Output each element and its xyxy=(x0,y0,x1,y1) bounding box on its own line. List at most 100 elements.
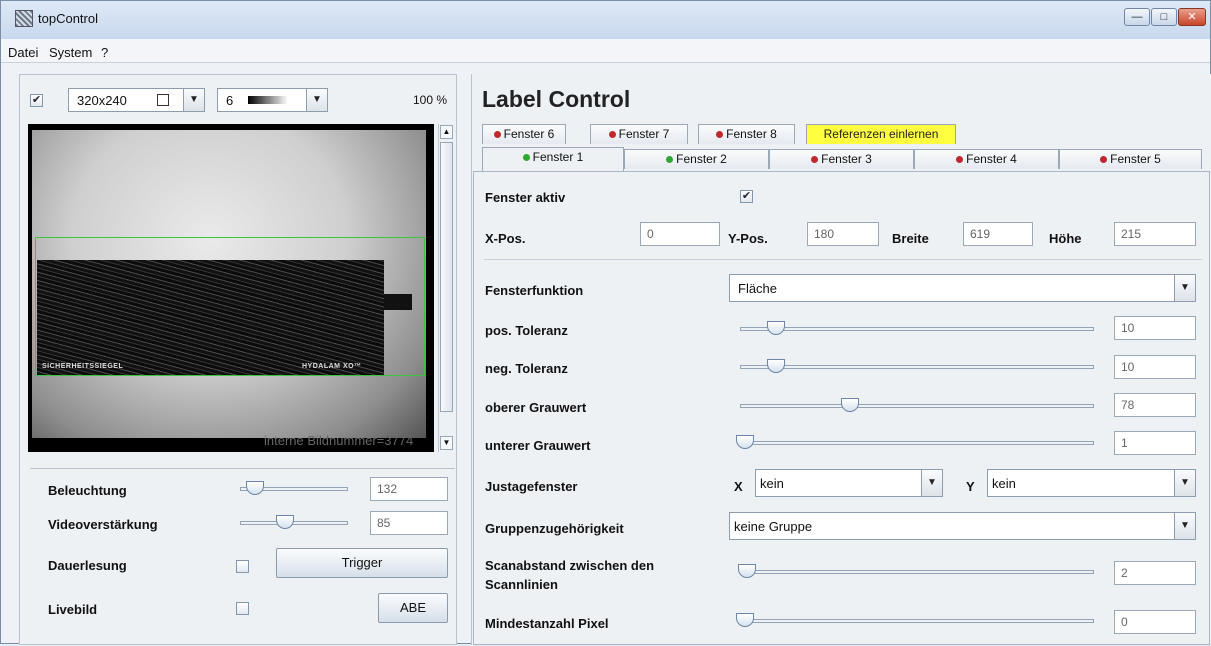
gruppe-combo[interactable]: keine Gruppe ▼ xyxy=(729,512,1196,540)
ypos-field[interactable]: 180 xyxy=(807,222,879,246)
tab-fenster-7[interactable]: Fenster 7 xyxy=(590,124,688,144)
sticker-text-left: SICHERHEITSSIEGEL xyxy=(42,363,124,370)
image-scrollbar[interactable]: ▲ ▼ xyxy=(438,124,454,452)
fensterfunktion-value: Fläche xyxy=(738,281,778,296)
status-dot-icon xyxy=(811,156,819,163)
neg-toleranz-field[interactable]: 10 xyxy=(1114,355,1196,379)
tab-fenster-8[interactable]: Fenster 8 xyxy=(698,124,795,144)
dauerlesung-checkbox[interactable] xyxy=(236,560,249,573)
title-bar: topControl — □ ✕ xyxy=(1,1,1210,39)
chevron-down-icon[interactable]: ▼ xyxy=(1174,275,1195,301)
square-icon xyxy=(157,94,169,106)
scroll-down-icon[interactable]: ▼ xyxy=(440,436,453,450)
status-dot-icon xyxy=(1100,156,1108,163)
scroll-up-icon[interactable]: ▲ xyxy=(440,125,453,139)
resolution-combo[interactable]: 320x240 ▼ xyxy=(68,88,205,112)
tab-label: Fenster 3 xyxy=(821,152,872,166)
tab-referenzen-einlernen[interactable]: Referenzen einlernen xyxy=(806,124,956,144)
livebild-label: Livebild xyxy=(48,602,98,617)
status-dot-icon xyxy=(956,156,964,163)
chevron-down-icon[interactable]: ▼ xyxy=(921,470,942,496)
justage-y-value: kein xyxy=(992,476,1016,491)
scanabstand-slider-thumb[interactable] xyxy=(738,564,756,578)
chevron-down-icon[interactable]: ▼ xyxy=(183,89,204,111)
video-slider[interactable] xyxy=(240,521,348,525)
maximize-button[interactable]: □ xyxy=(1151,8,1177,26)
tab-fenster-4[interactable]: Fenster 4 xyxy=(914,149,1059,169)
neg-toleranz-slider[interactable] xyxy=(740,365,1094,369)
livebild-checkbox[interactable] xyxy=(236,602,249,615)
scanabstand-field[interactable]: 2 xyxy=(1114,561,1196,585)
justage-x-combo[interactable]: kein ▼ xyxy=(755,469,943,497)
tab-fenster-3[interactable]: Fenster 3 xyxy=(769,149,914,169)
tab-fenster-5[interactable]: Fenster 5 xyxy=(1059,149,1202,169)
video-label: Videoverstärkung xyxy=(48,517,158,532)
neg-toleranz-slider-thumb[interactable] xyxy=(767,359,785,373)
camera-enable-checkbox[interactable]: ✔ xyxy=(30,94,43,107)
value-combo[interactable]: 6 ▼ xyxy=(217,88,328,112)
xpos-label: X-Pos. xyxy=(485,231,526,246)
oberer-grauwert-slider-thumb[interactable] xyxy=(841,398,859,412)
roi-rectangle[interactable] xyxy=(35,237,425,376)
menu-system[interactable]: System xyxy=(49,45,92,60)
frame-number: interne Bildnummer=3774 xyxy=(264,433,414,448)
oberer-grauwert-slider[interactable] xyxy=(740,404,1094,408)
page-title: Label Control xyxy=(482,86,631,112)
abe-button[interactable]: ABE xyxy=(378,593,448,623)
justage-y-label: Y xyxy=(966,479,975,494)
pos-toleranz-field[interactable]: 10 xyxy=(1114,316,1196,340)
camera-photo: SICHERHEITSSIEGEL HYDALAM XO™ xyxy=(32,130,426,438)
divider xyxy=(484,259,1202,260)
unterer-grauwert-slider-thumb[interactable] xyxy=(736,435,754,449)
video-slider-thumb[interactable] xyxy=(276,515,294,529)
scanabstand-slider[interactable] xyxy=(740,570,1094,574)
oberer-grauwert-field[interactable]: 78 xyxy=(1114,393,1196,417)
xpos-field[interactable]: 0 xyxy=(640,222,720,246)
app-window: topControl — □ ✕ Datei System ? ✔ 320x24… xyxy=(0,0,1211,645)
dauerlesung-label: Dauerlesung xyxy=(48,558,127,573)
unterer-grauwert-field[interactable]: 1 xyxy=(1114,431,1196,455)
chevron-down-icon[interactable]: ▼ xyxy=(306,89,327,111)
tab-fenster-1[interactable]: Fenster 1 xyxy=(482,147,624,172)
camera-controls: Beleuchtung 132 Videoverstärkung 85 Daue… xyxy=(30,468,455,646)
gruppe-value: keine Gruppe xyxy=(734,519,813,534)
fensterfunktion-combo[interactable]: Fläche ▼ xyxy=(729,274,1196,302)
mindestanzahl-slider-thumb[interactable] xyxy=(736,613,754,627)
unterer-grauwert-slider[interactable] xyxy=(740,441,1094,445)
hoehe-field[interactable]: 215 xyxy=(1114,222,1196,246)
tab-content: Fenster aktiv ✔ X-Pos. 0 Y-Pos. 180 Brei… xyxy=(473,171,1210,645)
beleuchtung-slider-thumb[interactable] xyxy=(246,481,264,495)
tab-label: Fenster 8 xyxy=(726,127,777,141)
chevron-down-icon[interactable]: ▼ xyxy=(1174,513,1195,539)
fenster-aktiv-checkbox[interactable]: ✔ xyxy=(740,190,753,203)
mindestanzahl-field[interactable]: 0 xyxy=(1114,610,1196,634)
mindestanzahl-label: Mindestanzahl Pixel xyxy=(485,616,609,631)
tab-label: Fenster 7 xyxy=(618,127,670,141)
beleuchtung-field[interactable]: 132 xyxy=(370,477,448,501)
oberer-grauwert-label: oberer Grauwert xyxy=(485,400,587,415)
sticker-text-right: HYDALAM XO™ xyxy=(302,363,362,370)
mindestanzahl-slider[interactable] xyxy=(740,619,1094,623)
close-button[interactable]: ✕ xyxy=(1178,8,1206,26)
chevron-down-icon[interactable]: ▼ xyxy=(1174,470,1195,496)
pos-toleranz-slider-thumb[interactable] xyxy=(767,321,785,335)
menu-help[interactable]: ? xyxy=(101,45,108,60)
beleuchtung-label: Beleuchtung xyxy=(48,483,127,498)
tab-fenster-6[interactable]: Fenster 6 xyxy=(482,124,566,144)
scroll-thumb[interactable] xyxy=(440,142,453,412)
minimize-button[interactable]: — xyxy=(1124,8,1150,26)
pos-toleranz-slider[interactable] xyxy=(740,327,1094,331)
status-dot-icon xyxy=(493,131,501,138)
justagefenster-label: Justagefenster xyxy=(485,479,578,494)
menu-datei[interactable]: Datei xyxy=(8,45,38,60)
breite-field[interactable]: 619 xyxy=(963,222,1033,246)
camera-image: SICHERHEITSSIEGEL HYDALAM XO™ xyxy=(28,124,434,452)
tab-fenster-2[interactable]: Fenster 2 xyxy=(624,149,769,169)
status-dot-icon xyxy=(716,131,724,138)
justage-y-combo[interactable]: kein ▼ xyxy=(987,469,1196,497)
menu-bar: Datei System ? xyxy=(1,39,1210,63)
camera-panel: ✔ 320x240 ▼ 6 ▼ 100 % SICHERHEITSSIEGEL … xyxy=(19,74,457,645)
video-field[interactable]: 85 xyxy=(370,511,448,535)
trigger-button[interactable]: Trigger xyxy=(276,548,448,578)
fenster-aktiv-label: Fenster aktiv xyxy=(485,190,566,205)
